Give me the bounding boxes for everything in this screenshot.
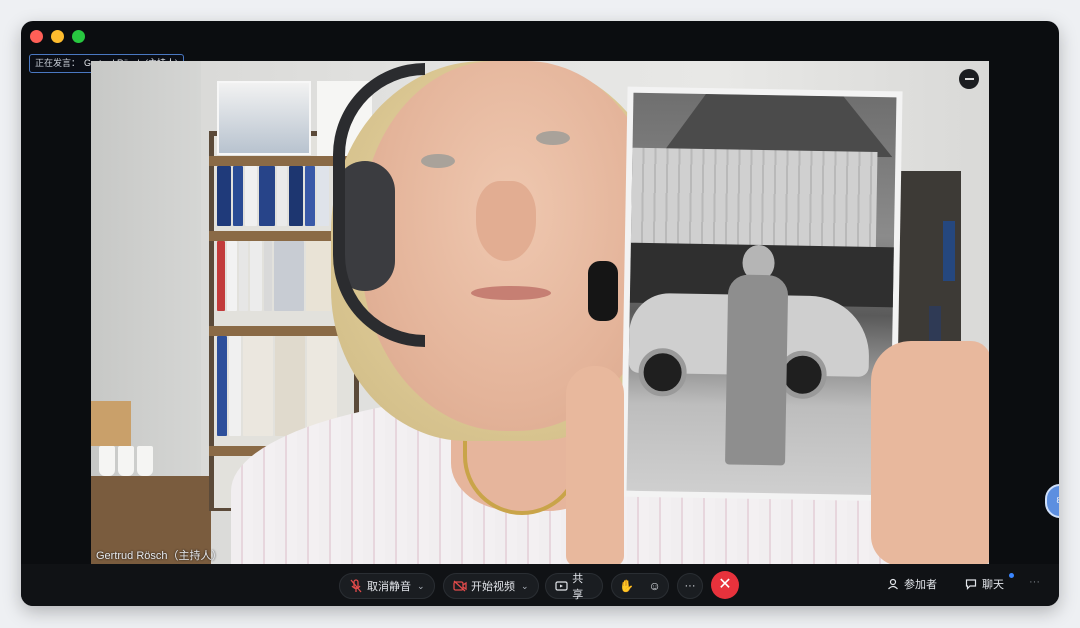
unmute-label: 取消静音 — [367, 581, 411, 593]
reactions-group: ✋ ☺ — [611, 573, 669, 599]
more-options-button[interactable]: ··· — [677, 573, 703, 599]
participants-button[interactable]: 参加者 — [887, 576, 937, 592]
person-nose — [476, 181, 536, 261]
book — [239, 241, 248, 311]
book — [305, 166, 315, 226]
leave-meeting-button[interactable]: ✕ — [711, 571, 739, 599]
minus-icon — [964, 78, 974, 80]
video-feed — [91, 61, 989, 564]
book — [317, 166, 329, 226]
share-label: 共享 — [572, 573, 584, 601]
minimize-video-button[interactable] — [959, 69, 979, 89]
book — [275, 336, 305, 436]
ellipsis-icon[interactable]: ··· — [1029, 576, 1040, 588]
person-hand — [871, 341, 989, 564]
framed-picture — [217, 81, 311, 155]
book — [259, 166, 275, 226]
person-eye — [421, 154, 455, 168]
chat-notification-dot — [1009, 573, 1014, 578]
headset — [333, 63, 425, 347]
start-video-button[interactable]: 开始视频 ⌄ — [443, 573, 539, 599]
participant-name-label: Gertrud Rösch（主持人） — [96, 550, 223, 562]
person-finger — [566, 366, 624, 564]
person-mouth — [471, 286, 551, 300]
share-button[interactable]: 共享 — [545, 573, 603, 601]
chat-label: 聊天 — [982, 579, 1004, 591]
cup — [118, 446, 134, 476]
cup — [99, 446, 115, 476]
book-row — [217, 166, 331, 226]
book — [274, 241, 304, 311]
book — [264, 241, 272, 311]
cup — [137, 446, 153, 476]
chevron-down-icon[interactable]: ⌄ — [417, 581, 425, 592]
chat-bubble-icon — [965, 579, 977, 590]
meeting-toolbar: 取消静音 ⌄ 开始视频 ⌄ 共享 ✋ ☺ ··· ✕ 参加者 聊天 ··· — [21, 564, 1059, 606]
book — [306, 241, 331, 311]
book — [277, 166, 287, 226]
book — [233, 166, 243, 226]
video-off-icon — [453, 579, 467, 593]
book — [943, 221, 955, 281]
person-icon — [888, 578, 898, 590]
minimize-window-button[interactable] — [51, 30, 64, 43]
book — [243, 336, 273, 436]
book — [245, 166, 257, 226]
side-panel-tab[interactable]: 88 — [1045, 484, 1059, 518]
background-box — [91, 401, 131, 446]
window-controls — [30, 30, 85, 43]
book — [227, 241, 237, 311]
book — [229, 336, 241, 436]
book — [250, 241, 262, 311]
emoji-icon[interactable]: ☺ — [649, 579, 661, 593]
participants-label: 参加者 — [904, 579, 937, 591]
book-row — [217, 241, 333, 311]
mic-muted-icon — [349, 579, 363, 593]
close-window-button[interactable] — [30, 30, 43, 43]
photo-car-wheel — [638, 347, 688, 397]
speaking-label: 正在发言： — [35, 58, 81, 68]
ellipsis-icon: ··· — [684, 580, 696, 592]
background-cups — [99, 446, 153, 476]
share-screen-icon — [555, 579, 568, 593]
person-eye — [536, 131, 570, 145]
maximize-window-button[interactable] — [72, 30, 85, 43]
start-video-label: 开始视频 — [471, 581, 515, 593]
headset-microphone — [588, 261, 618, 321]
meeting-window: 正在发言：Gertrud Rösch (主持人) — [21, 21, 1059, 606]
raise-hand-icon[interactable]: ✋ — [619, 579, 634, 593]
chat-button[interactable]: 聊天 — [965, 576, 1004, 592]
book — [217, 166, 231, 226]
held-photograph — [620, 86, 903, 502]
book — [217, 336, 227, 436]
photograph-image — [626, 92, 897, 496]
book — [289, 166, 303, 226]
unmute-button[interactable]: 取消静音 ⌄ — [339, 573, 435, 599]
book-row — [217, 336, 339, 436]
chevron-down-icon[interactable]: ⌄ — [521, 581, 529, 592]
photo-man-body — [725, 274, 789, 466]
book — [217, 241, 225, 311]
